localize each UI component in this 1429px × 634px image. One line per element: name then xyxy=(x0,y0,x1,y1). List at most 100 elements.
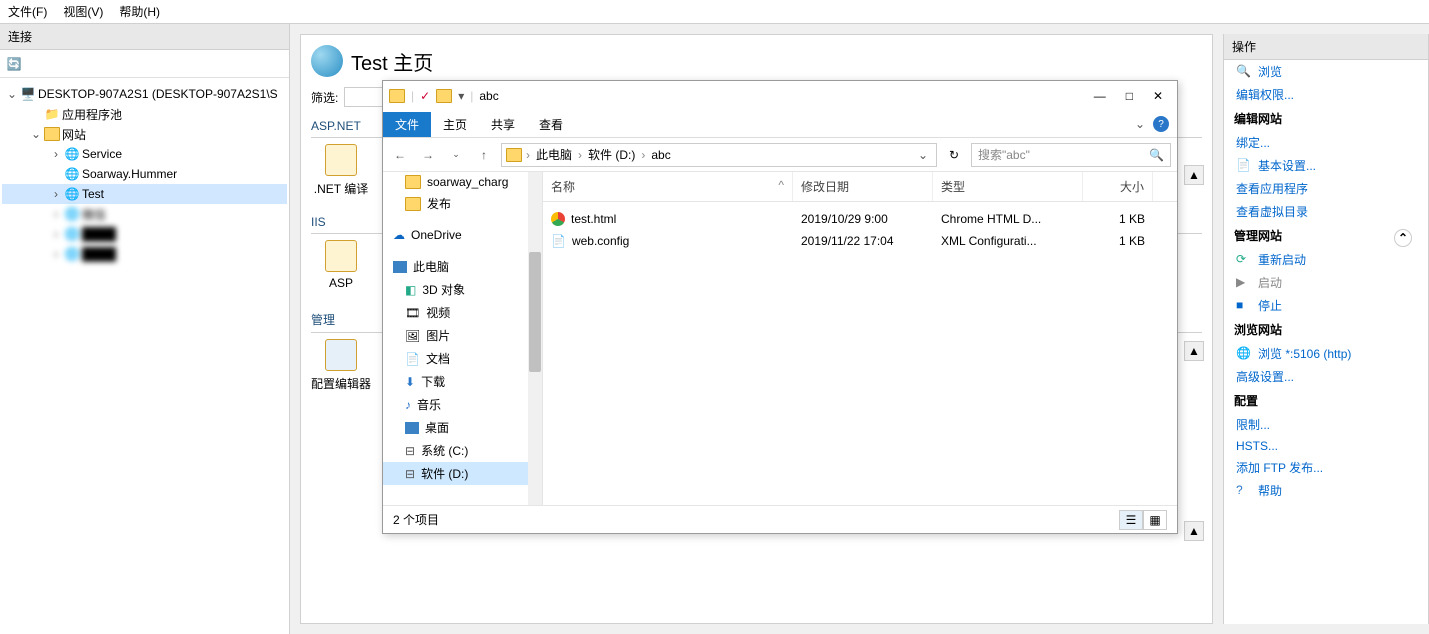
browse-icon: 🔍 xyxy=(1236,64,1252,80)
search-input[interactable]: 搜索"abc" 🔍 xyxy=(971,143,1171,167)
action-basic-settings[interactable]: 📄基本设置... xyxy=(1224,154,1428,177)
tab-home[interactable]: 主页 xyxy=(431,112,479,137)
side-item[interactable]: 发布 xyxy=(383,192,542,215)
file-row[interactable]: test.html 2019/10/29 9:00 Chrome HTML D.… xyxy=(543,208,1177,230)
side-music[interactable]: ♪音乐 xyxy=(383,393,542,416)
refresh-button[interactable]: ↻ xyxy=(943,144,965,166)
ribbon-expand-icon[interactable]: ⌄ xyxy=(1135,117,1145,131)
tree-site-item[interactable]: › 🌐 Service xyxy=(2,144,287,164)
side-downloads[interactable]: ⬇下载 xyxy=(383,370,542,393)
refresh-icon[interactable]: 🔄 xyxy=(6,56,22,72)
tree-label: Soarway.Hummer xyxy=(82,167,177,181)
forward-button[interactable]: → xyxy=(417,144,439,166)
side-desktop[interactable]: 桌面 xyxy=(383,416,542,439)
expander-icon[interactable]: › xyxy=(50,207,62,221)
tree-label: Test xyxy=(82,187,104,201)
crumb-this-pc[interactable]: 此电脑 xyxy=(534,146,574,163)
menu-view[interactable]: 视图(V) xyxy=(63,3,103,20)
action-view-apps[interactable]: 查看应用程序 xyxy=(1224,177,1428,200)
help-icon[interactable]: ? xyxy=(1153,116,1169,132)
action-browse-port[interactable]: 🌐浏览 *:5106 (http) xyxy=(1224,342,1428,365)
action-stop[interactable]: ■停止 xyxy=(1224,294,1428,317)
tree-site-item[interactable]: › 🌐 ████ xyxy=(2,224,287,244)
col-date[interactable]: 修改日期 xyxy=(793,172,933,201)
side-drive-d[interactable]: ⊟软件 (D:) xyxy=(383,462,542,485)
down-chevron-icon[interactable]: ▾ xyxy=(458,89,464,103)
scroll-up-icon[interactable]: ▲ xyxy=(1184,165,1204,185)
qat-check-icon[interactable]: ✓ xyxy=(420,89,430,103)
ribbon: 文件 主页 共享 查看 ⌄ ? xyxy=(383,111,1177,138)
side-documents[interactable]: 📄文档 xyxy=(383,347,542,370)
sidebar-scrollbar[interactable] xyxy=(528,172,542,505)
side-item[interactable]: soarway_charg ^ xyxy=(383,172,542,192)
action-add-ftp[interactable]: 添加 FTP 发布... xyxy=(1224,456,1428,479)
expander-icon[interactable]: › xyxy=(50,247,62,261)
close-button[interactable]: ✕ xyxy=(1153,89,1163,103)
tab-share[interactable]: 共享 xyxy=(479,112,527,137)
tree-app-pools[interactable]: 📁 应用程序池 xyxy=(2,104,287,124)
config-icon xyxy=(325,339,357,371)
tree-site-item[interactable]: 🌐 Soarway.Hummer xyxy=(2,164,287,184)
crumb-drive[interactable]: 软件 (D:) xyxy=(586,146,637,163)
file-list: 名称 ^ 修改日期 类型 大小 test.html 2019/10/29 9:0… xyxy=(543,172,1177,505)
side-this-pc[interactable]: 此电脑 xyxy=(383,255,542,278)
expander-icon[interactable]: ⌄ xyxy=(30,127,42,141)
search-icon: 🔍 xyxy=(1149,148,1164,162)
expander-icon[interactable]: › xyxy=(50,147,62,161)
action-edit-perm[interactable]: 编辑权限... xyxy=(1224,83,1428,106)
side-videos[interactable]: 🎞视频 xyxy=(383,301,542,324)
explorer-titlebar[interactable]: | ✓ ▾ | abc — □ ✕ xyxy=(383,81,1177,111)
crumb-folder[interactable]: abc xyxy=(649,148,672,162)
side-3d-objects[interactable]: ◧3D 对象 xyxy=(383,278,542,301)
action-help[interactable]: ?帮助 xyxy=(1224,479,1428,502)
action-restart[interactable]: ⟳重新启动 xyxy=(1224,248,1388,271)
chevron-right-icon[interactable]: › xyxy=(641,148,645,162)
action-browse[interactable]: 🔍浏览 xyxy=(1224,60,1428,83)
scroll-up-icon[interactable]: ▲ xyxy=(1184,341,1204,361)
menu-help[interactable]: 帮助(H) xyxy=(119,3,160,20)
view-large-button[interactable]: ▦ xyxy=(1143,510,1167,530)
action-advanced[interactable]: 高级设置... xyxy=(1224,365,1428,388)
expander-icon[interactable]: › xyxy=(50,187,62,201)
side-pictures[interactable]: 🖼图片 xyxy=(383,324,542,347)
feature-net-compile[interactable]: .NET 编译 xyxy=(311,144,371,197)
feature-config-editor[interactable]: 配置编辑器 xyxy=(311,339,371,392)
tree-site-item[interactable]: › 🌐 ████ xyxy=(2,244,287,264)
action-bindings[interactable]: 绑定... xyxy=(1224,131,1428,154)
tab-file[interactable]: 文件 xyxy=(383,112,431,137)
tab-view[interactable]: 查看 xyxy=(527,112,575,137)
action-limits[interactable]: 限制... xyxy=(1224,413,1428,436)
breadcrumb-dropdown-icon[interactable]: ⌄ xyxy=(914,148,932,162)
tree-site-item-selected[interactable]: › 🌐 Test xyxy=(2,184,287,204)
tree-site-item[interactable]: › 🌐 微信 xyxy=(2,204,287,224)
scrollbar-thumb[interactable] xyxy=(529,252,541,372)
breadcrumb[interactable]: › 此电脑 › 软件 (D:) › abc ⌄ xyxy=(501,143,937,167)
back-button[interactable]: ← xyxy=(389,144,411,166)
col-name[interactable]: 名称 ^ xyxy=(543,172,793,201)
scroll-up-icon[interactable]: ▲ xyxy=(1184,521,1204,541)
col-size[interactable]: 大小 xyxy=(1083,172,1153,201)
collapse-icon[interactable]: ⌃ xyxy=(1394,229,1412,247)
side-drive-c[interactable]: ⊟系统 (C:) xyxy=(383,439,542,462)
feature-asp[interactable]: ASP xyxy=(311,240,371,293)
minimize-button[interactable]: — xyxy=(1094,89,1106,103)
expander-icon[interactable]: ⌄ xyxy=(6,87,18,101)
history-dropdown[interactable]: ⌄ xyxy=(445,144,467,166)
menu-file[interactable]: 文件(F) xyxy=(8,3,47,20)
chevron-right-icon[interactable]: › xyxy=(578,148,582,162)
action-hsts[interactable]: HSTS... xyxy=(1224,436,1428,456)
side-onedrive[interactable]: ☁OneDrive xyxy=(383,225,542,245)
chevron-right-icon[interactable]: › xyxy=(526,148,530,162)
action-view-vdirs[interactable]: 查看虚拟目录 xyxy=(1224,200,1428,223)
up-button[interactable]: ↑ xyxy=(473,144,495,166)
file-row[interactable]: 📄web.config 2019/11/22 17:04 XML Configu… xyxy=(543,230,1177,252)
actions-edit-site-head: 编辑网站 xyxy=(1224,106,1428,131)
view-details-button[interactable]: ☰ xyxy=(1119,510,1143,530)
maximize-button[interactable]: □ xyxy=(1126,89,1133,103)
expander-icon[interactable]: › xyxy=(50,227,62,241)
action-start[interactable]: ▶启动 xyxy=(1224,271,1428,294)
col-type[interactable]: 类型 xyxy=(933,172,1083,201)
settings-icon: 📄 xyxy=(1236,158,1252,174)
tree-server-root[interactable]: ⌄ 🖥️ DESKTOP-907A2S1 (DESKTOP-907A2S1\S xyxy=(2,84,287,104)
tree-sites[interactable]: ⌄ 网站 xyxy=(2,124,287,144)
